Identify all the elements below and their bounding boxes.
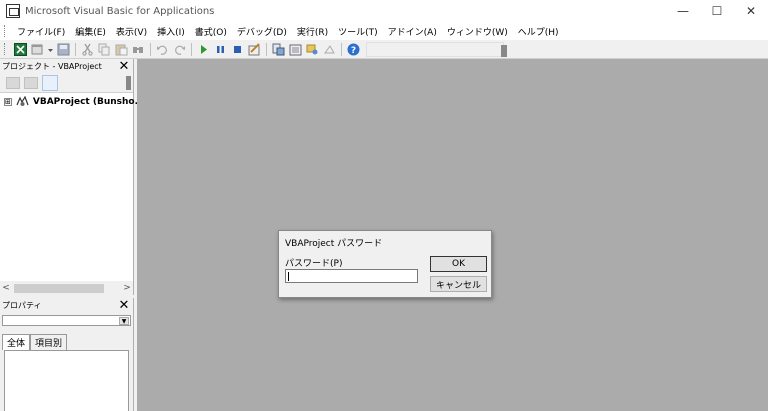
title-bar: Microsoft Visual Basic for Applications … [0, 0, 768, 22]
redo-icon[interactable] [173, 43, 186, 56]
project-explorer-close-button[interactable]: ✕ [117, 59, 131, 74]
toolbar-separator [191, 42, 192, 56]
design-mode-icon[interactable] [248, 42, 261, 56]
vba-app-icon [6, 4, 20, 18]
toolbar-separator [75, 42, 76, 56]
project-explorer-toolbar [0, 73, 133, 93]
vba-project-icon [16, 95, 29, 107]
menu-addins[interactable]: アドイン(A) [383, 25, 442, 38]
view-code-icon[interactable] [6, 76, 20, 89]
paste-icon[interactable] [115, 43, 128, 56]
text-caret [288, 272, 289, 281]
menu-file[interactable]: ファイル(F) [12, 25, 70, 38]
menu-edit[interactable]: 編集(E) [70, 25, 111, 38]
cut-icon[interactable] [81, 43, 94, 56]
tab-alphabetic[interactable]: 全体 [2, 334, 31, 350]
minimize-button[interactable]: — [666, 0, 700, 22]
menu-tools[interactable]: ツール(T) [333, 25, 383, 38]
toggle-folders-icon[interactable] [42, 74, 58, 91]
tree-item-vbaproject[interactable]: ⊞ VBAProject (Bunsho.xl [0, 93, 147, 107]
password-dialog: VBAProject パスワード パスワード(P) OK キャンセル [278, 230, 492, 298]
menu-insert[interactable]: 挿入(I) [152, 25, 190, 38]
menu-window[interactable]: ウィンドウ(W) [442, 25, 513, 38]
tree-item-label: VBAProject (Bunsho.xl [32, 96, 147, 107]
copy-icon[interactable] [98, 43, 111, 56]
undo-icon[interactable] [156, 43, 169, 56]
tab-categorized[interactable]: 項目別 [30, 334, 68, 350]
dropdown-arrow-icon[interactable] [48, 43, 53, 56]
ok-button[interactable]: OK [430, 256, 487, 272]
expand-icon[interactable]: ⊞ [4, 97, 12, 106]
properties-close-button[interactable]: ✕ [117, 298, 131, 313]
object-select[interactable]: ▼ [2, 315, 131, 326]
properties-panel: プロパティ ✕ ▼ 全体 項目別 [0, 298, 134, 411]
password-label: パスワード(P) [285, 259, 343, 269]
menu-run[interactable]: 実行(R) [292, 25, 333, 38]
password-input[interactable] [285, 269, 418, 283]
maximize-button[interactable]: ☐ [700, 0, 734, 22]
menu-format[interactable]: 書式(O) [190, 25, 232, 38]
chevron-down-icon[interactable]: ▼ [119, 317, 129, 325]
project-explorer-panel: プロジェクト - VBAProject ✕ ⊞ VBAProject (Buns… [0, 59, 147, 295]
scroll-left-icon[interactable]: < [0, 283, 12, 293]
panel-overflow-icon[interactable] [126, 76, 131, 90]
toolbar-grip[interactable] [4, 43, 8, 55]
help-icon[interactable]: ? [347, 43, 360, 56]
menu-bar: ファイル(F) 編集(E) 表示(V) 挿入(I) 書式(O) デバッグ(D) … [0, 22, 768, 40]
menu-view[interactable]: 表示(V) [111, 25, 152, 38]
insert-userform-icon[interactable] [31, 43, 44, 56]
svg-text:?: ? [351, 46, 356, 56]
menubar-grip[interactable] [4, 25, 8, 37]
toolbar-separator [150, 42, 151, 56]
reset-icon[interactable] [231, 43, 244, 56]
dialog-title: VBAProject パスワード [285, 239, 383, 249]
toolbox-icon[interactable] [323, 43, 336, 56]
find-icon[interactable] [132, 43, 145, 56]
cancel-button[interactable]: キャンセル [430, 276, 487, 292]
break-icon[interactable] [214, 43, 227, 56]
close-button[interactable]: ✕ [734, 0, 768, 22]
toolbar-separator [266, 42, 267, 56]
toolbar-overflow-icon[interactable] [501, 44, 507, 57]
project-explorer-icon[interactable] [272, 43, 285, 56]
standard-toolbar: ? [0, 40, 768, 59]
properties-window-icon[interactable] [289, 43, 302, 56]
project-explorer-titlebar: プロジェクト - VBAProject ✕ [0, 59, 133, 74]
run-icon[interactable] [197, 43, 210, 56]
project-explorer-title: プロジェクト - VBAProject [2, 61, 102, 71]
save-icon[interactable] [57, 43, 70, 56]
menu-debug[interactable]: デバッグ(D) [232, 25, 292, 38]
properties-grid[interactable] [4, 350, 129, 411]
menu-help[interactable]: ヘルプ(H) [513, 25, 564, 38]
cursor-position-box [366, 41, 507, 57]
view-object-icon[interactable] [24, 76, 38, 89]
window-title: Microsoft Visual Basic for Applications [25, 5, 215, 17]
horizontal-scrollbar[interactable]: < > [0, 281, 133, 295]
excel-icon[interactable] [14, 42, 27, 56]
scroll-thumb[interactable] [14, 283, 104, 293]
toolbar-separator [341, 42, 342, 56]
scroll-right-icon[interactable]: > [121, 283, 133, 293]
window-controls: — ☐ ✕ [666, 0, 768, 22]
properties-titlebar: プロパティ ✕ [0, 298, 133, 313]
object-browser-icon[interactable] [306, 43, 319, 56]
properties-tabs: 全体 項目別 [2, 334, 133, 350]
properties-title: プロパティ [2, 300, 42, 310]
